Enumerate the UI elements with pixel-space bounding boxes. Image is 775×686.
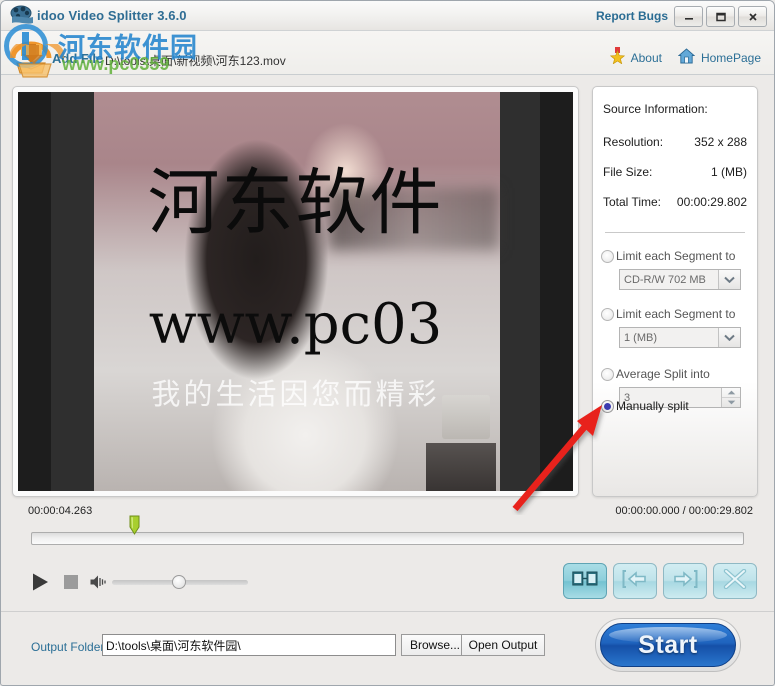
home-icon [677,47,696,69]
radio-limit-segment-size[interactable]: Limit each Segment to [601,249,749,263]
window-title: idoo Video Splitter 3.6.0 [37,8,187,23]
filesize-key: File Size: [603,165,653,179]
video-watermark-url: www.pc03 [148,291,443,357]
window-controls [674,6,767,27]
option-manually-split: Manually split [601,399,749,413]
info-row-filesize: File Size: 1 (MB) [603,165,747,179]
open-output-button[interactable]: Open Output [461,634,545,656]
minimize-icon [684,17,693,20]
time-range-label: 00:00:00.000 / 00:00:29.802 [615,505,753,517]
set-start-marker-button[interactable] [613,563,657,599]
toolbar-right-links: About HomePage [609,47,761,69]
radio-average-split[interactable]: Average Split into [601,367,749,381]
arrow-to-start-icon [622,569,648,593]
about-button[interactable]: About [609,47,662,69]
combo-disc-size[interactable]: CD-R/W 702 MB [619,269,741,290]
play-icon [33,573,48,591]
delete-segment-button[interactable] [713,563,757,599]
spinner-up-icon[interactable] [722,388,740,398]
option-label: Limit each Segment to [616,307,736,321]
combo-value: 1 (MB) [624,331,657,344]
chevron-down-icon[interactable] [718,270,740,289]
close-button[interactable] [738,6,767,27]
radio-manually-split[interactable]: Manually split [601,399,749,413]
about-label: About [630,51,662,65]
volume-slider-thumb[interactable] [172,575,186,589]
info-row-resolution: Resolution: 352 x 288 [603,135,747,149]
letterbox-right-inner [500,92,540,491]
option-limit-segment-size: Limit each Segment to CD-R/W 702 MB [601,249,749,290]
add-file-download-icon [10,36,52,74]
video-watermark-cn: 河东软件 [147,160,444,245]
radio-limit-segment-mb[interactable]: Limit each Segment to [601,307,749,321]
video-preview-panel[interactable]: 河东软件 www.pc03 我的生活因您而精彩 [12,86,579,497]
frame-detail [442,395,490,439]
star-medal-icon [609,47,625,69]
split-frames-icon [572,570,598,593]
app-logo-icon [9,4,35,28]
arrow-to-end-icon [672,569,698,593]
resolution-key: Resolution: [603,135,664,149]
stop-button[interactable] [64,575,78,589]
video-watermark-slogan: 我的生活因您而精彩 [151,377,440,412]
bottom-separator [1,611,774,612]
filesize-value: 1 (MB) [711,165,747,179]
selected-file-path: D:\tools\桌面\新视频\河东123.mov [105,54,286,68]
radio-circle-icon[interactable] [601,367,614,381]
letterbox-left-inner [51,92,94,491]
add-file-button[interactable]: Add File [52,51,103,66]
combo-value: CD-R/W 702 MB [624,273,706,286]
source-info-panel: Source Information: Resolution: 352 x 28… [592,86,758,497]
totaltime-key: Total Time: [603,195,662,209]
output-folder-input[interactable] [102,634,396,656]
report-bugs-link[interactable]: Report Bugs [596,9,668,23]
minimize-button[interactable] [674,6,703,27]
radio-circle-icon[interactable] [601,307,614,321]
option-label: Manually split [616,399,689,413]
maximize-button[interactable] [706,6,735,27]
info-row-totaltime: Total Time: 00:00:29.802 [603,195,747,209]
source-information-heading: Source Information: [603,102,708,116]
play-button[interactable] [32,573,49,591]
radio-circle-icon[interactable] [601,249,614,263]
letterbox-left [18,92,51,491]
option-limit-segment-mb: Limit each Segment to 1 (MB) [601,307,749,348]
totaltime-value: 00:00:29.802 [676,195,747,209]
start-button-label: Start [638,630,698,659]
combo-segment-mb[interactable]: 1 (MB) [619,327,741,348]
resolution-value: 352 x 288 [694,135,747,149]
start-button[interactable]: Start [595,618,741,672]
output-folder-label: Output Folder: [31,640,108,654]
x-cross-icon [723,568,747,594]
set-end-marker-button[interactable] [663,563,707,599]
timeline-split-marker[interactable] [129,515,140,535]
segment-action-buttons [563,563,757,599]
title-bar: idoo Video Splitter 3.6.0 Report Bugs [1,1,774,31]
homepage-button[interactable]: HomePage [677,47,761,69]
letterbox-right [540,92,573,491]
homepage-label: HomePage [700,51,761,65]
split-segment-button[interactable] [563,563,607,599]
application-window: idoo Video Splitter 3.6.0 Report Bugs Ad… [0,0,775,686]
radio-circle-icon[interactable] [601,399,614,413]
option-label: Limit each Segment to [616,249,736,263]
browse-button[interactable]: Browse... [401,634,469,656]
panel-divider [605,232,745,233]
current-time-label: 00:00:04.263 [28,505,93,517]
option-label: Average Split into [616,367,710,381]
speaker-icon[interactable] [90,574,107,590]
frame-detail-shadow [426,443,496,491]
chevron-down-icon[interactable] [718,328,740,347]
maximize-icon [715,12,726,21]
close-icon [748,12,757,21]
video-stage: 河东软件 www.pc03 我的生活因您而精彩 [18,92,573,491]
